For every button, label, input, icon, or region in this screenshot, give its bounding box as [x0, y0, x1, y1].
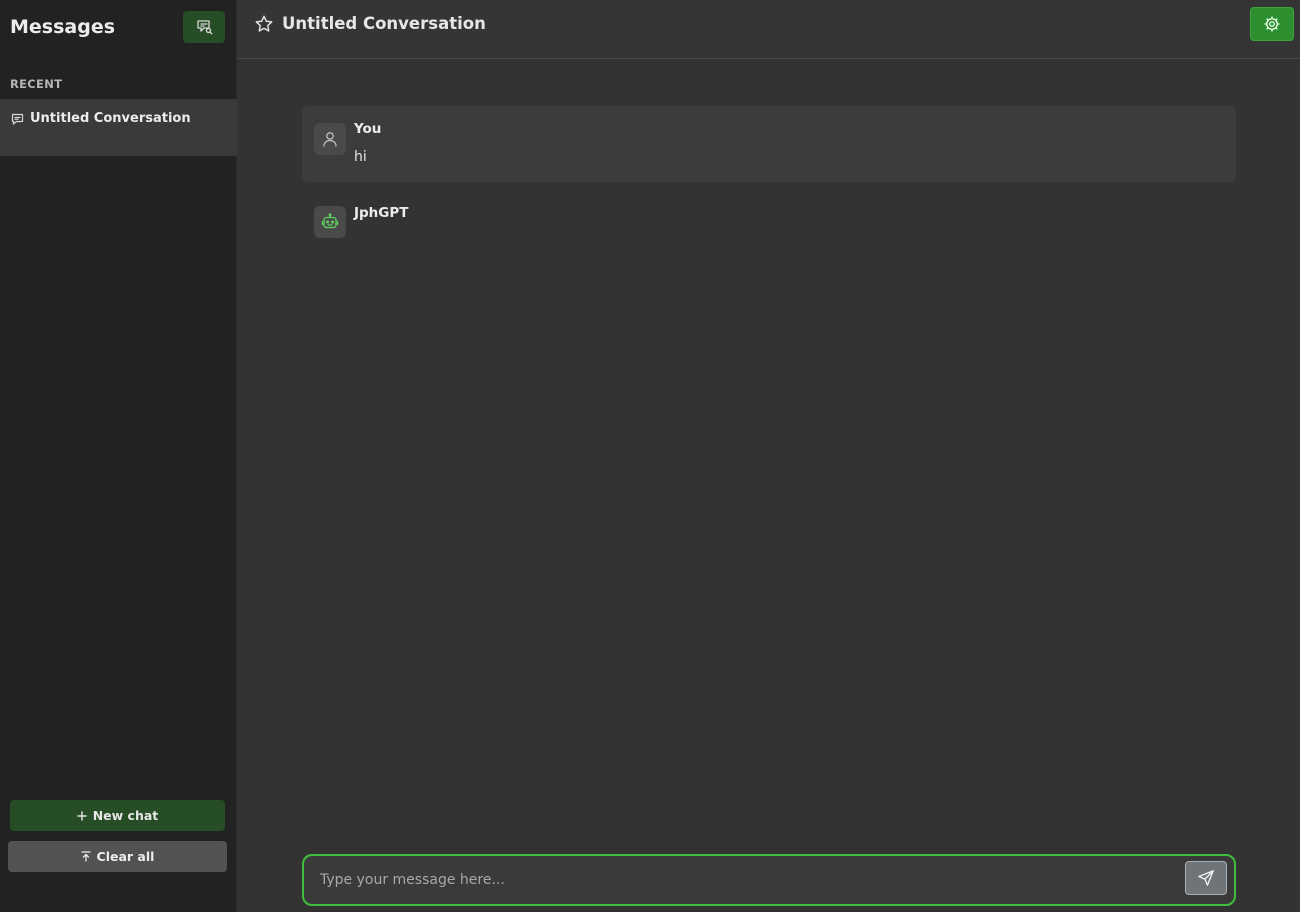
- conversation-item[interactable]: Untitled Conversation: [0, 99, 237, 156]
- plus-icon: [77, 810, 87, 821]
- settings-button[interactable]: [1250, 7, 1294, 41]
- robot-icon: [321, 213, 339, 231]
- assistant-message: JphGPT: [302, 196, 1236, 246]
- send-icon: [1197, 869, 1215, 887]
- user-icon: [321, 130, 339, 148]
- message-author: JphGPT: [354, 205, 409, 221]
- clear-all-button[interactable]: Clear all: [8, 841, 227, 872]
- star-icon[interactable]: [254, 14, 274, 34]
- sidebar: Messages RECENT Untitled Conversation Ne…: [0, 0, 237, 912]
- message-author: You: [354, 121, 382, 137]
- app-window: Messages RECENT Untitled Conversation Ne…: [0, 0, 1300, 912]
- user-message: You hi: [302, 106, 1236, 182]
- clear-all-icon: [80, 851, 91, 862]
- user-avatar: [314, 123, 346, 155]
- search-chats-button[interactable]: [183, 11, 225, 43]
- assistant-avatar: [314, 206, 346, 238]
- chat-bubble-icon: [11, 113, 24, 126]
- message-composer: [302, 854, 1236, 906]
- clear-all-label: Clear all: [96, 849, 155, 864]
- send-button[interactable]: [1185, 861, 1227, 895]
- gear-icon: [1263, 15, 1281, 33]
- conversation-label: Untitled Conversation: [30, 111, 191, 126]
- conversation-title: Untitled Conversation: [282, 14, 486, 33]
- message-text: hi: [354, 149, 367, 165]
- message-input[interactable]: [320, 864, 1170, 896]
- conversation-header: Untitled Conversation: [237, 0, 1300, 59]
- new-chat-label: New chat: [92, 808, 159, 823]
- recent-section-label: RECENT: [10, 77, 63, 91]
- chat-search-icon: [196, 19, 213, 35]
- sidebar-title: Messages: [10, 16, 116, 38]
- new-chat-button[interactable]: New chat: [10, 800, 225, 831]
